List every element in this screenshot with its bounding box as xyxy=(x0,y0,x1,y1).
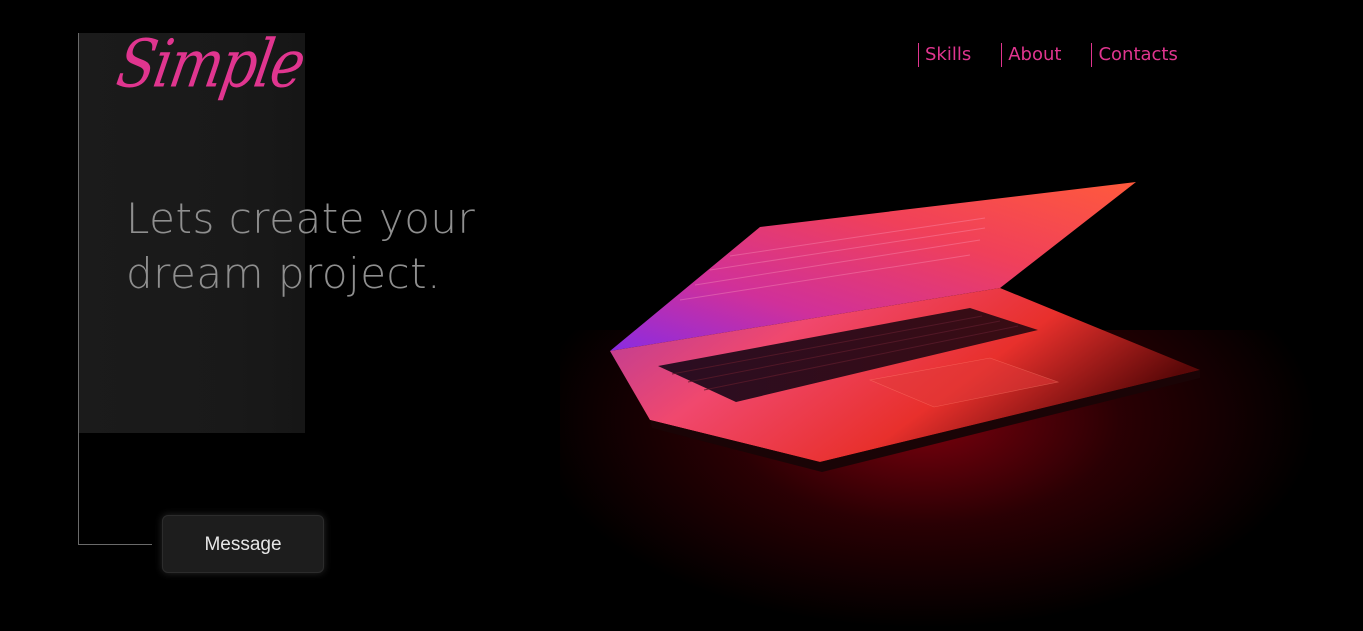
nav-item-skills[interactable]: Skills xyxy=(918,43,971,67)
main-nav: Skills About Contacts xyxy=(918,43,1178,67)
nav-item-contacts[interactable]: Contacts xyxy=(1091,43,1178,67)
nav-item-about[interactable]: About xyxy=(1001,43,1061,67)
frame-line-vertical xyxy=(78,33,79,545)
brand-logo[interactable]: Simple xyxy=(112,26,310,103)
message-button[interactable]: Message xyxy=(162,515,324,573)
hero-title: Lets create your dream project. xyxy=(126,191,546,301)
hero-title-line-2: dream project. xyxy=(126,249,441,298)
laptop-icon xyxy=(610,182,1200,472)
hero-title-line-1: Lets create your xyxy=(126,194,476,243)
frame-line-horizontal xyxy=(78,544,152,545)
landing-page: Simple Lets create your dream project. M… xyxy=(0,0,1363,631)
